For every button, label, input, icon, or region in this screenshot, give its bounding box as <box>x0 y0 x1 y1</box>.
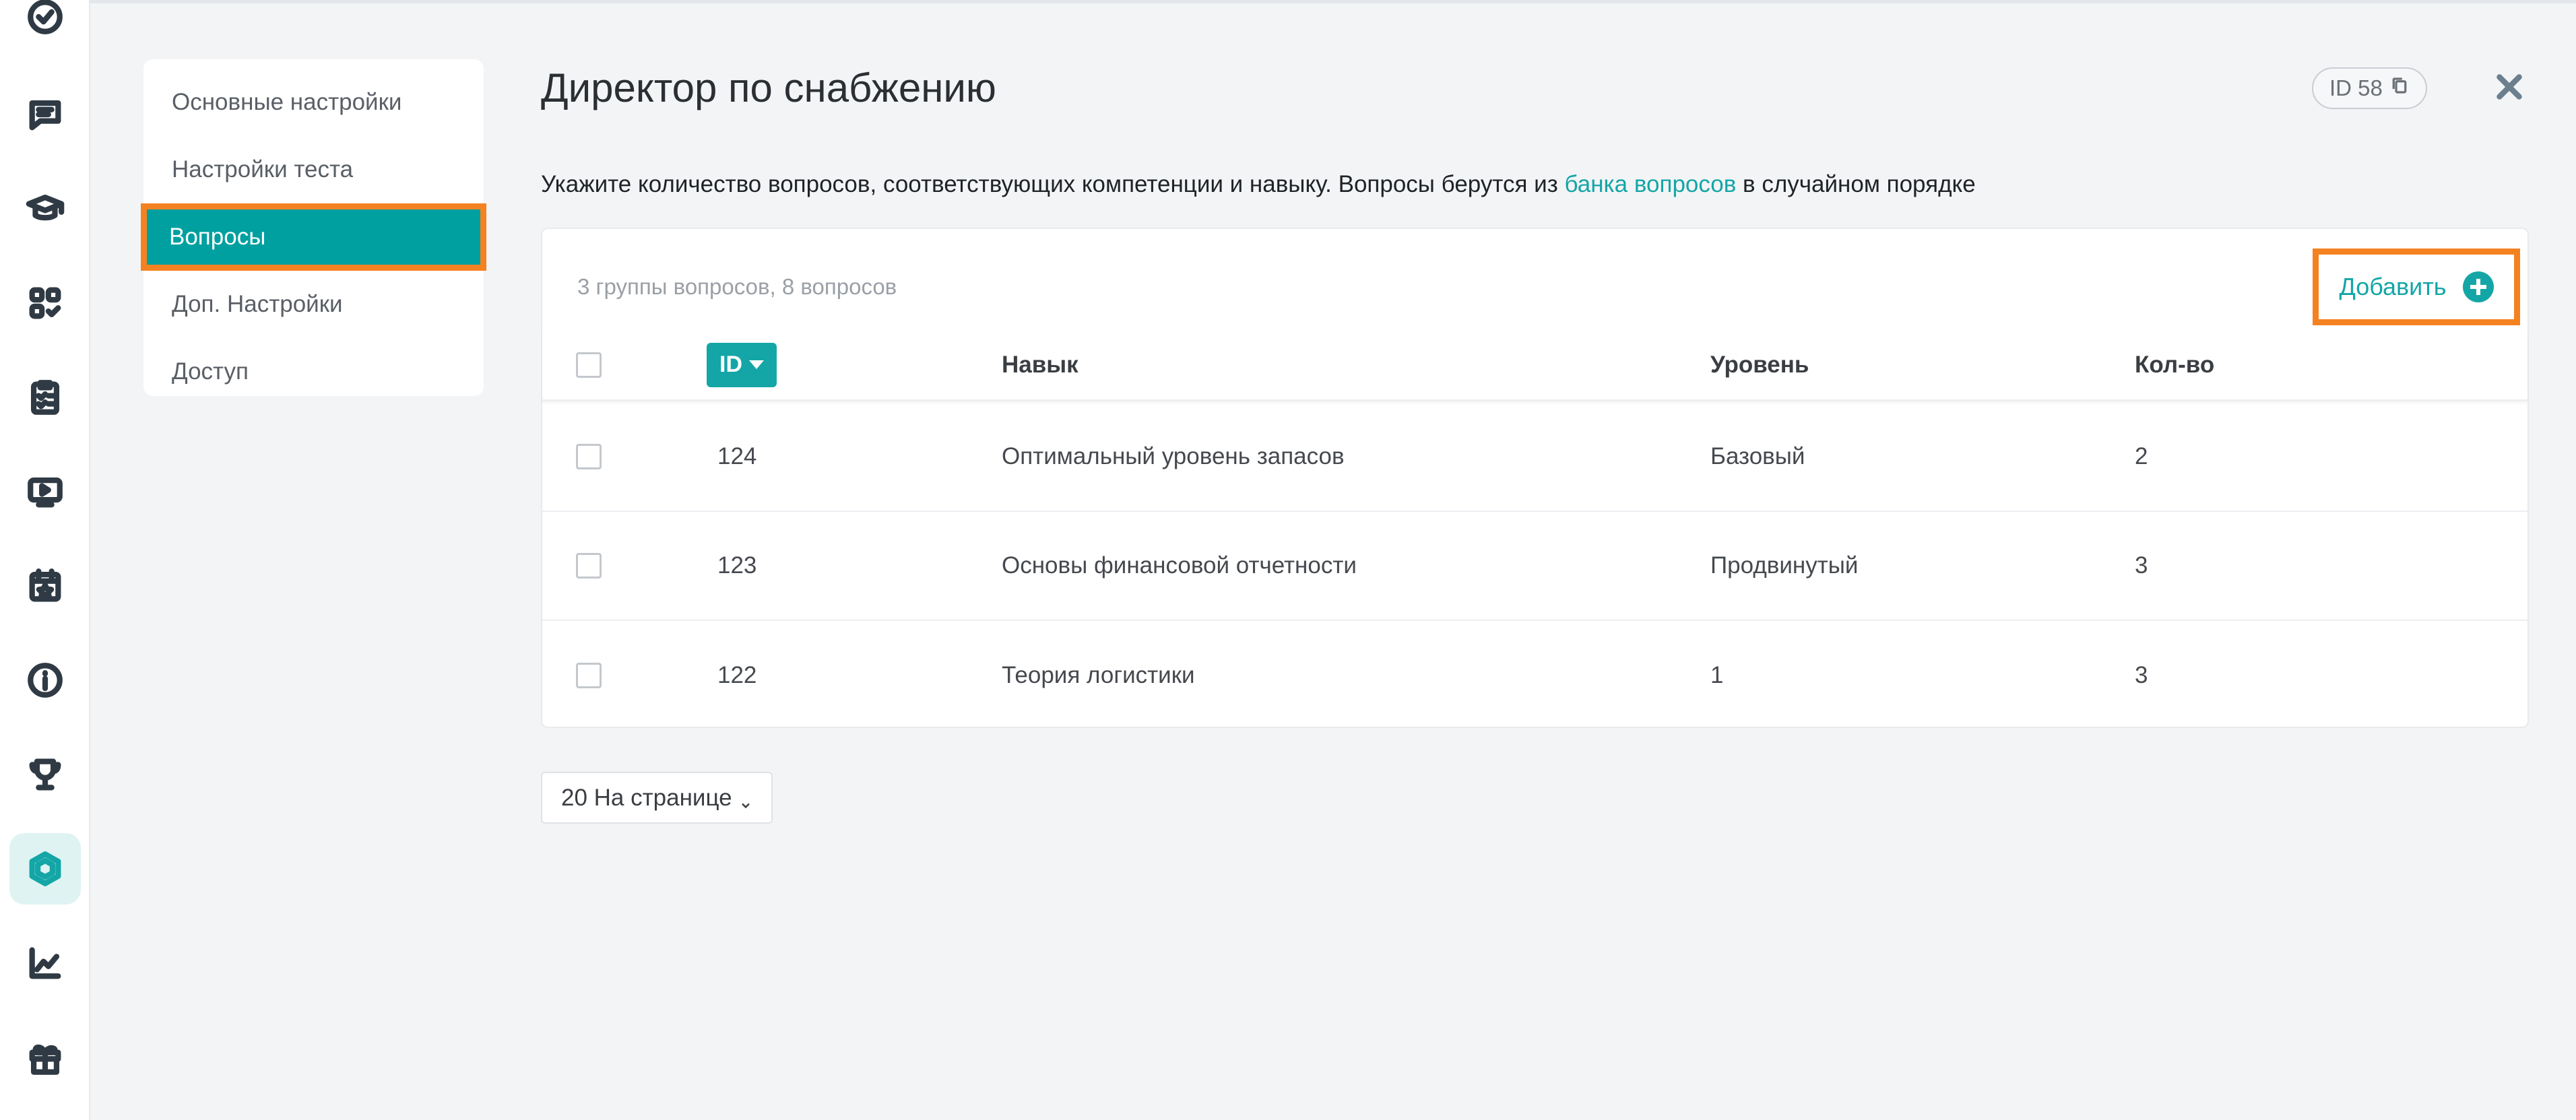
table-header: ID Навык Уровень Кол-во <box>542 330 2527 401</box>
caret-down-icon <box>749 360 764 369</box>
calendar-star-icon[interactable] <box>9 550 81 622</box>
per-page-select[interactable]: 20 На странице <box>541 772 773 824</box>
hexagon-icon[interactable] <box>9 833 81 904</box>
top-divider <box>90 0 2576 3</box>
check-circle-icon[interactable] <box>9 0 81 53</box>
add-button[interactable]: Добавить <box>2313 249 2520 325</box>
info-icon[interactable] <box>9 645 81 716</box>
row-level: 1 <box>1710 662 1724 688</box>
plus-circle-icon <box>2462 271 2494 302</box>
description: Укажите количество вопросов, соответству… <box>541 171 1976 198</box>
menu-item-questions[interactable]: Вопросы <box>141 203 486 271</box>
questions-table: 3 группы вопросов, 8 вопросов Добавить I… <box>541 228 2529 728</box>
column-id-label: ID <box>719 352 742 377</box>
video-icon[interactable] <box>9 456 81 527</box>
menu-item-main-settings[interactable]: Основные настройки <box>143 69 484 136</box>
graduation-cap-icon[interactable] <box>9 173 81 244</box>
id-badge[interactable]: ID 58 <box>2312 67 2427 109</box>
question-bank-link[interactable]: банка вопросов <box>1565 171 1737 197</box>
chevron-down-icon <box>739 791 752 808</box>
id-badge-label: ID 58 <box>2329 75 2383 100</box>
sort-id-button[interactable]: ID <box>707 342 777 387</box>
menu-item-test-settings[interactable]: Настройки теста <box>143 136 484 203</box>
row-qty: 3 <box>2135 662 2148 688</box>
row-qty: 2 <box>2135 443 2148 469</box>
copy-icon[interactable] <box>2389 75 2410 101</box>
description-text-end: в случайном порядке <box>1736 171 1976 197</box>
checklist-icon[interactable] <box>9 362 81 433</box>
column-skill-header[interactable]: Навык <box>1002 352 1078 378</box>
row-checkbox[interactable] <box>576 553 602 579</box>
table-row[interactable]: 124 Оптимальный уровень запасов Базовый … <box>542 403 2527 512</box>
gift-icon[interactable] <box>9 1022 81 1093</box>
row-skill: Оптимальный уровень запасов <box>1002 443 1345 469</box>
select-all-checkbox[interactable] <box>576 352 602 378</box>
row-qty: 3 <box>2135 552 2148 579</box>
column-level-header[interactable]: Уровень <box>1710 352 1809 378</box>
menu-item-access[interactable]: Доступ <box>143 338 484 405</box>
settings-menu: Основные настройки Настройки теста Вопро… <box>141 59 486 396</box>
apps-icon[interactable] <box>9 267 81 339</box>
row-level: Базовый <box>1710 443 1805 469</box>
close-icon[interactable] <box>2492 70 2526 104</box>
page-title: Директор по снабжению <box>541 65 996 110</box>
row-checkbox[interactable] <box>576 663 602 688</box>
chat-icon[interactable] <box>9 79 81 150</box>
row-checkbox[interactable] <box>576 444 602 469</box>
chart-icon[interactable] <box>9 927 81 999</box>
row-skill: Теория логистики <box>1002 662 1195 688</box>
row-id: 122 <box>717 662 757 688</box>
column-qty-header[interactable]: Кол-во <box>2135 352 2214 378</box>
table-row[interactable]: 122 Теория логистики 1 3 <box>542 621 2527 730</box>
icon-sidebar <box>0 0 90 1120</box>
row-id: 124 <box>717 443 757 469</box>
add-button-label: Добавить <box>2339 273 2447 300</box>
row-id: 123 <box>717 552 757 579</box>
menu-item-extra-settings[interactable]: Доп. Настройки <box>143 271 484 338</box>
row-skill: Основы финансовой отчетности <box>1002 552 1357 579</box>
description-text: Укажите количество вопросов, соответству… <box>541 171 1565 197</box>
questions-summary: 3 группы вопросов, 8 вопросов <box>577 274 897 299</box>
table-row[interactable]: 123 Основы финансовой отчетности Продвин… <box>542 512 2527 621</box>
row-level: Продвинутый <box>1710 552 1859 579</box>
trophy-icon[interactable] <box>9 739 81 810</box>
per-page-label: 20 На странице <box>561 784 732 811</box>
